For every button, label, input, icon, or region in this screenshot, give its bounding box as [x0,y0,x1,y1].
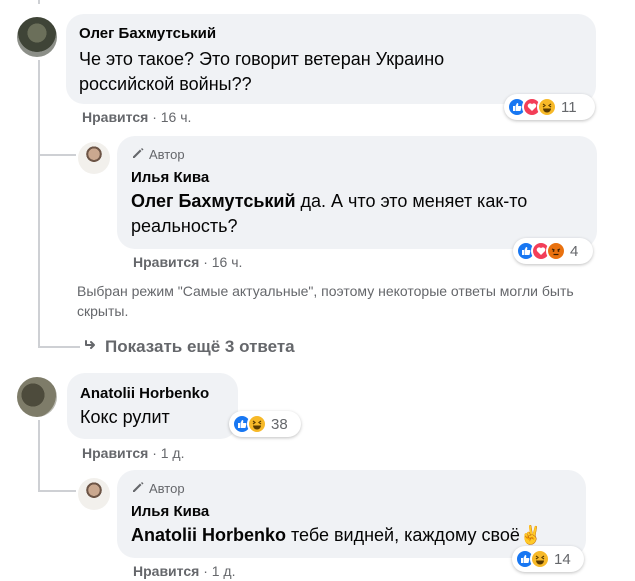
comment-text-line-2: реальность? [131,216,238,236]
reaction-count: 38 [271,415,288,433]
reaction-count: 14 [554,550,571,568]
reply-arrow-icon [83,337,97,357]
comment-actions: Нравится · 1 д. [133,563,235,579]
avatar[interactable] [78,478,110,510]
comment-bubble: Автор Илья Кива Олег Бахмутський да. А ч… [117,136,597,249]
reaction-summary[interactable]: 4 [513,238,593,264]
reaction-summary[interactable]: 38 [229,411,301,437]
comment-bubble: Автор Илья Кива Anatolii Horbenko тебе в… [117,470,586,558]
thread-connector [38,156,40,348]
angry-icon [546,241,566,261]
comment-actions: Нравится · 1 д. [82,445,184,461]
thread-connector [38,420,40,492]
like-button[interactable]: Нравится [133,254,199,270]
comment-author[interactable]: Anatolii Horbenko [80,385,209,402]
haha-icon [530,549,550,569]
comment-text: Кокс рулит [80,407,170,427]
timestamp[interactable]: 1 д. [161,445,185,461]
comment-text-line-1: Олег Бахмутський да. А что это меняет ка… [131,189,527,214]
reaction-count: 11 [561,98,577,116]
show-more-replies-button[interactable]: Показать ещё 3 ответа [83,337,295,357]
mention-link[interactable]: Anatolii Horbenko [131,525,286,545]
comment-author[interactable]: Илья Кива [131,169,209,186]
comment-text: да. А что это меняет как-то [295,191,528,211]
mention-link[interactable]: Олег Бахмутський [131,191,296,211]
timestamp[interactable]: 16 ч. [161,109,192,125]
author-badge-label: Автор [149,481,185,496]
thread-connector [38,60,40,156]
comment-author[interactable]: Олег Бахмутський [79,25,216,42]
timestamp[interactable]: 1 д. [212,563,236,579]
author-badge: Автор [131,480,185,497]
comment-author[interactable]: Илья Кива [131,503,209,520]
haha-icon [247,414,267,434]
pencil-icon [131,146,145,163]
thread-connector [38,0,40,4]
show-more-label: Показать ещё 3 ответа [105,337,295,356]
separator: · [203,563,208,579]
filter-notice-line-1: Выбран режим "Самые актуальные", поэтому… [77,283,574,299]
timestamp[interactable]: 16 ч. [212,254,243,270]
thread-connector [38,346,80,348]
like-button[interactable]: Нравится [133,563,199,579]
avatar[interactable] [17,377,57,417]
haha-icon [537,97,557,117]
separator: · [152,109,157,125]
avatar[interactable] [17,17,57,57]
reaction-summary[interactable]: 14 [512,546,584,572]
separator: · [152,445,157,461]
avatar[interactable] [78,142,110,174]
comment-text-line-2: российской войны?? [79,74,252,94]
reaction-summary[interactable]: 11 [504,94,595,120]
author-badge: Автор [131,146,185,163]
like-button[interactable]: Нравится [82,109,148,125]
comment-actions: Нравится · 16 ч. [133,254,242,270]
comment-text: тебе видней, каждому своё [286,525,520,545]
comment-bubble: Anatolii Horbenko Кокс рулит [67,373,238,439]
thread-connector [38,154,76,156]
victory-hand-emoji: ✌ [519,525,543,545]
comment-text-line: Anatolii Horbenko тебе видней, каждому с… [131,523,542,548]
thread-connector [38,490,76,492]
like-button[interactable]: Нравится [82,445,148,461]
filter-notice-line-2: скрыты. [77,303,129,319]
reaction-count: 4 [570,242,579,260]
separator: · [203,254,208,270]
pencil-icon [131,480,145,497]
comment-text-line-1: Че это такое? Это говорит ветеран Украин… [79,49,445,69]
comment-bubble: Олег Бахмутський Че это такое? Это говор… [66,14,596,104]
comment-actions: Нравится · 16 ч. [82,109,191,125]
author-badge-label: Автор [149,147,185,162]
filter-notice: Выбран режим "Самые актуальные", поэтому… [77,281,574,321]
